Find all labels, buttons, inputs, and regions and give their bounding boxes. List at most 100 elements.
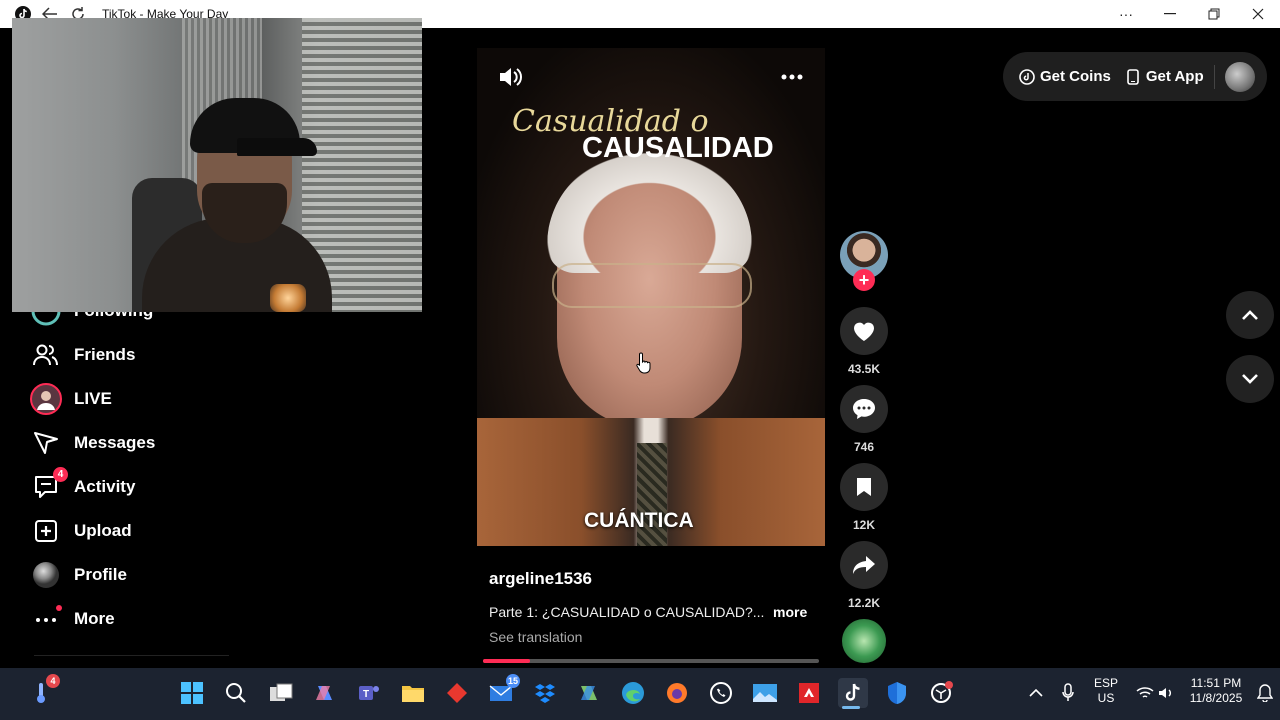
clock-date: 11/8/2025 xyxy=(1189,691,1243,705)
like-button[interactable] xyxy=(840,307,888,355)
keyboard-layout: US xyxy=(1097,691,1115,705)
mail-badge: 15 xyxy=(506,674,520,688)
chatgpt-icon[interactable] xyxy=(926,678,956,708)
messages-icon xyxy=(30,427,62,459)
share-button[interactable] xyxy=(840,541,888,589)
sidebar-item-label: Messages xyxy=(74,433,156,452)
phone-icon xyxy=(1127,68,1139,85)
video-options-icon[interactable] xyxy=(778,66,806,88)
comment-button[interactable] xyxy=(840,385,888,433)
dropbox-icon[interactable] xyxy=(530,678,560,708)
share-count: 12.2K xyxy=(847,596,881,610)
live-icon xyxy=(30,383,62,415)
separator xyxy=(1213,64,1215,89)
svg-text:T: T xyxy=(363,689,369,700)
chevron-up-icon xyxy=(1242,310,1258,320)
video-caption-word: CUÁNTICA xyxy=(584,509,694,532)
coin-icon xyxy=(1019,68,1035,85)
mail-icon[interactable]: 15 xyxy=(486,674,520,708)
video-progress-bar[interactable] xyxy=(483,659,819,663)
copilot-icon[interactable] xyxy=(310,678,340,708)
more-icon xyxy=(30,603,62,635)
language-code: ESP xyxy=(1093,676,1118,690)
notification-bell-icon[interactable] xyxy=(1250,678,1280,708)
follow-plus-icon[interactable]: + xyxy=(853,269,875,291)
red-app-icon[interactable] xyxy=(442,678,472,708)
edge-browser-icon[interactable] xyxy=(618,678,648,708)
user-avatar[interactable] xyxy=(1224,61,1255,92)
profile-icon xyxy=(30,559,62,591)
sidebar-item-label: Upload xyxy=(74,521,132,540)
volume-icon[interactable] xyxy=(496,64,524,90)
sidebar-item-label: Profile xyxy=(74,565,127,584)
search-icon[interactable] xyxy=(221,678,251,708)
sidebar-item-messages[interactable]: Messages xyxy=(30,426,155,460)
music-disc[interactable] xyxy=(842,619,886,663)
activity-icon: 4 xyxy=(30,467,68,503)
comment-icon xyxy=(853,399,875,419)
sidebar-item-live[interactable]: LIVE xyxy=(30,382,112,416)
firefox-icon[interactable] xyxy=(662,678,692,708)
get-app-button[interactable]: Get App xyxy=(1127,68,1204,85)
show-hidden-icons-chevron-icon[interactable] xyxy=(1021,678,1051,708)
sidebar-item-label: LIVE xyxy=(74,389,112,408)
teams-icon[interactable]: T xyxy=(354,678,384,708)
weather-widget-icon[interactable]: 4 xyxy=(26,674,60,708)
clock-time: 11:51 PM xyxy=(1190,676,1242,690)
sidebar-item-label: More xyxy=(74,609,115,628)
share-icon xyxy=(853,556,875,574)
get-coins-label: Get Coins xyxy=(1040,68,1111,85)
photos-icon[interactable] xyxy=(750,678,780,708)
sidebar-item-activity[interactable]: 4 Activity xyxy=(30,467,136,504)
defender-shield-icon[interactable] xyxy=(882,678,912,708)
get-coins-button[interactable]: Get Coins xyxy=(1019,68,1111,85)
active-app-indicator xyxy=(842,706,860,709)
close-button[interactable] xyxy=(1236,0,1280,28)
chevron-down-icon xyxy=(1242,374,1258,384)
video-overlay-title-line2: CAUSALIDAD xyxy=(582,132,774,164)
description-more-button[interactable]: more xyxy=(773,604,807,620)
sidebar-item-profile[interactable]: Profile xyxy=(30,558,127,592)
bookmark-count: 12K xyxy=(852,518,875,532)
heart-icon xyxy=(854,322,874,341)
microsoft-365-icon[interactable] xyxy=(574,678,604,708)
sidebar-item-more[interactable]: More xyxy=(30,602,115,636)
minimize-button[interactable] xyxy=(1148,0,1192,28)
task-view-icon[interactable] xyxy=(266,678,296,708)
sidebar-item-label: Activity xyxy=(74,477,136,496)
comment-count: 746 xyxy=(853,440,875,454)
volume-tray-icon[interactable] xyxy=(1151,678,1181,708)
see-translation-button[interactable]: See translation xyxy=(489,629,582,645)
bookmark-button[interactable] xyxy=(840,463,888,511)
webcam-overlay xyxy=(12,18,422,312)
video-progress-fill xyxy=(483,659,531,663)
like-count: 43.5K xyxy=(847,362,881,376)
previous-video-button[interactable] xyxy=(1226,291,1274,339)
weather-badge: 4 xyxy=(46,674,60,688)
restore-button[interactable] xyxy=(1192,0,1236,28)
video-author-username[interactable]: argeline1536 xyxy=(489,569,592,589)
amd-software-icon[interactable] xyxy=(794,678,824,708)
notification-dot xyxy=(56,605,62,611)
activity-badge: 4 xyxy=(53,467,68,482)
next-video-button[interactable] xyxy=(1226,355,1274,403)
get-app-label: Get App xyxy=(1145,68,1204,85)
top-right-bar: Get Coins Get App xyxy=(1003,52,1267,101)
start-button-icon[interactable] xyxy=(177,678,207,708)
microphone-icon[interactable] xyxy=(1053,678,1083,708)
video-description: Parte 1: ¿CASUALIDAD o CAUSALIDAD?... xyxy=(489,604,765,620)
window-menu-icon[interactable]: ··· xyxy=(1104,0,1148,28)
input-language-indicator[interactable]: ESP US xyxy=(1090,676,1122,706)
bookmark-icon xyxy=(857,478,871,496)
sidebar-item-label: Friends xyxy=(74,345,136,364)
clock[interactable]: 11:51 PM 11/8/2025 xyxy=(1186,676,1246,706)
sidebar-item-upload[interactable]: Upload xyxy=(30,514,132,548)
tiktok-taskbar-icon[interactable] xyxy=(838,678,868,708)
sidebar-item-friends[interactable]: Friends xyxy=(30,338,135,372)
whatsapp-icon[interactable] xyxy=(706,678,736,708)
file-explorer-icon[interactable] xyxy=(398,678,428,708)
upload-icon xyxy=(30,515,62,547)
sidebar-divider xyxy=(34,655,229,656)
friends-icon xyxy=(30,339,62,371)
hand-cursor-icon xyxy=(636,352,652,379)
